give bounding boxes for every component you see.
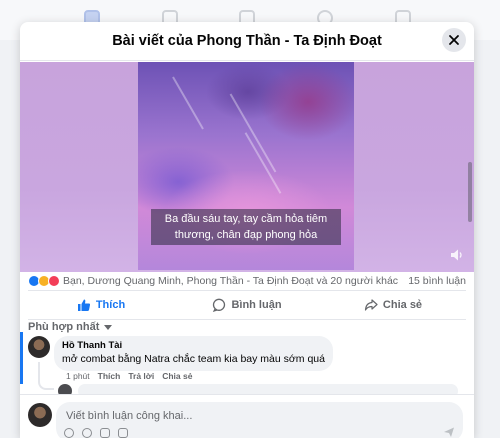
comment-text: mở combat bằng Natra chắc team kia bay m… [62, 353, 325, 365]
modal-header: Bài viết của Phong Thần - Ta Định Đoạt [20, 22, 474, 61]
comment-like-button[interactable]: Thích [98, 371, 121, 381]
chevron-down-icon [104, 324, 113, 330]
comment-sort-dropdown[interactable]: Phù hợp nhất [28, 318, 113, 336]
close-icon [449, 35, 459, 45]
love-reaction-icon [48, 275, 60, 287]
gif-icon[interactable] [118, 428, 128, 438]
video-frame[interactable]: Ba đầu sáu tay, tay cầm hỏa tiêm thương,… [138, 62, 354, 270]
like-button[interactable]: Thích [28, 291, 174, 319]
sort-label: Phù hợp nhất [28, 321, 100, 333]
background-left [0, 40, 20, 438]
background-right [473, 40, 500, 438]
avatar[interactable] [28, 403, 52, 427]
video-player[interactable]: Ba đầu sáu tay, tay cầm hỏa tiêm thương,… [20, 62, 474, 272]
share-label: Chia sẻ [382, 299, 423, 311]
comment-button[interactable]: Bình luận [174, 291, 320, 319]
comment-meta: 1 phút Thích Trả lời Chia sẻ [66, 371, 192, 381]
close-button[interactable] [442, 28, 466, 52]
like-label: Thích [95, 299, 126, 311]
comment-label: Bình luận [231, 299, 282, 311]
comment-reply-button[interactable]: Trả lời [128, 371, 154, 381]
reply-thread-line [38, 362, 40, 382]
camera-icon[interactable] [100, 428, 110, 438]
reaction-icons [28, 275, 60, 287]
comment-share-button[interactable]: Chia sẻ [162, 371, 192, 381]
comment-input-box[interactable] [56, 402, 463, 438]
comment-icon [213, 298, 226, 312]
comment-count[interactable]: 15 bình luận [408, 275, 466, 287]
reaction-names[interactable]: Bạn, Dương Quang Minh, Phong Thần - Ta Đ… [63, 275, 408, 287]
scrollbar[interactable] [468, 162, 472, 222]
post-modal: Bài viết của Phong Thần - Ta Định Đoạt B… [20, 22, 474, 438]
comment-input[interactable] [66, 410, 453, 422]
emoji-icon[interactable] [82, 428, 92, 438]
comment-bubble: Hồ Thanh Tài mở combat bằng Natra chắc t… [54, 336, 333, 371]
reply-thread-hook [38, 380, 54, 390]
thumbs-up-icon [77, 299, 90, 311]
modal-title: Bài viết của Phong Thần - Ta Định Đoạt [112, 33, 382, 49]
comment-author[interactable]: Hồ Thanh Tài [62, 340, 325, 352]
comment-composer [20, 394, 474, 438]
avatar[interactable] [28, 336, 50, 358]
sticker-icon[interactable] [64, 428, 74, 438]
comment-time[interactable]: 1 phút [66, 371, 90, 381]
video-caption: Ba đầu sáu tay, tay cầm hỏa tiêm thương,… [151, 209, 341, 245]
share-button[interactable]: Chia sẻ [320, 291, 466, 319]
post-actions: Thích Bình luận Chia sẻ [28, 290, 466, 320]
reactions-summary[interactable]: Bạn, Dương Quang Minh, Phong Thần - Ta Đ… [20, 272, 474, 290]
volume-icon[interactable] [450, 248, 464, 262]
share-icon [364, 299, 378, 311]
send-icon[interactable] [443, 426, 455, 438]
comment-highlight-bar [20, 332, 23, 384]
composer-tools [64, 428, 128, 438]
